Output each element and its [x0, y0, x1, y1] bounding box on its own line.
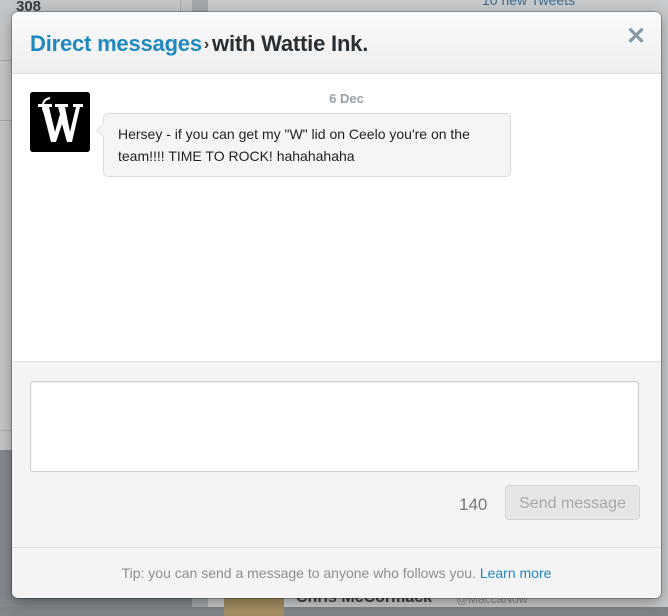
- compose-area: 140 Send message: [12, 361, 661, 548]
- avatar[interactable]: [30, 92, 90, 152]
- conversation-thread: 6 Dec Hersey - if you can get my "W" lid…: [12, 74, 661, 361]
- wattie-ink-logo-icon: [30, 92, 90, 152]
- learn-more-link[interactable]: Learn more: [480, 565, 552, 581]
- message-text: Hersey - if you can get my "W" lid on Ce…: [118, 126, 470, 164]
- message-bubble: Hersey - if you can get my "W" lid on Ce…: [96, 113, 511, 177]
- close-icon[interactable]: ✕: [625, 25, 647, 49]
- message-input[interactable]: [30, 381, 639, 472]
- dialog-title: Direct messages › with Wattie Ink.: [30, 31, 368, 57]
- conversation-title: with Wattie Ink.: [212, 31, 369, 56]
- character-count: 140: [459, 495, 488, 514]
- dialog-header: Direct messages › with Wattie Ink. ✕: [12, 12, 661, 74]
- direct-messages-link[interactable]: Direct messages: [30, 31, 202, 56]
- footer-tip: Tip: you can send a message to anyone wh…: [121, 565, 476, 581]
- send-message-button[interactable]: Send message: [505, 485, 640, 520]
- direct-messages-dialog: Direct messages › with Wattie Ink. ✕ 6 Dec…: [12, 12, 661, 598]
- dialog-footer: Tip: you can send a message to anyone wh…: [12, 547, 661, 598]
- background-new-tweets: 10 new Tweets: [482, 0, 576, 8]
- breadcrumb-separator: ›: [203, 36, 210, 53]
- message-date: 6 Dec: [329, 91, 364, 106]
